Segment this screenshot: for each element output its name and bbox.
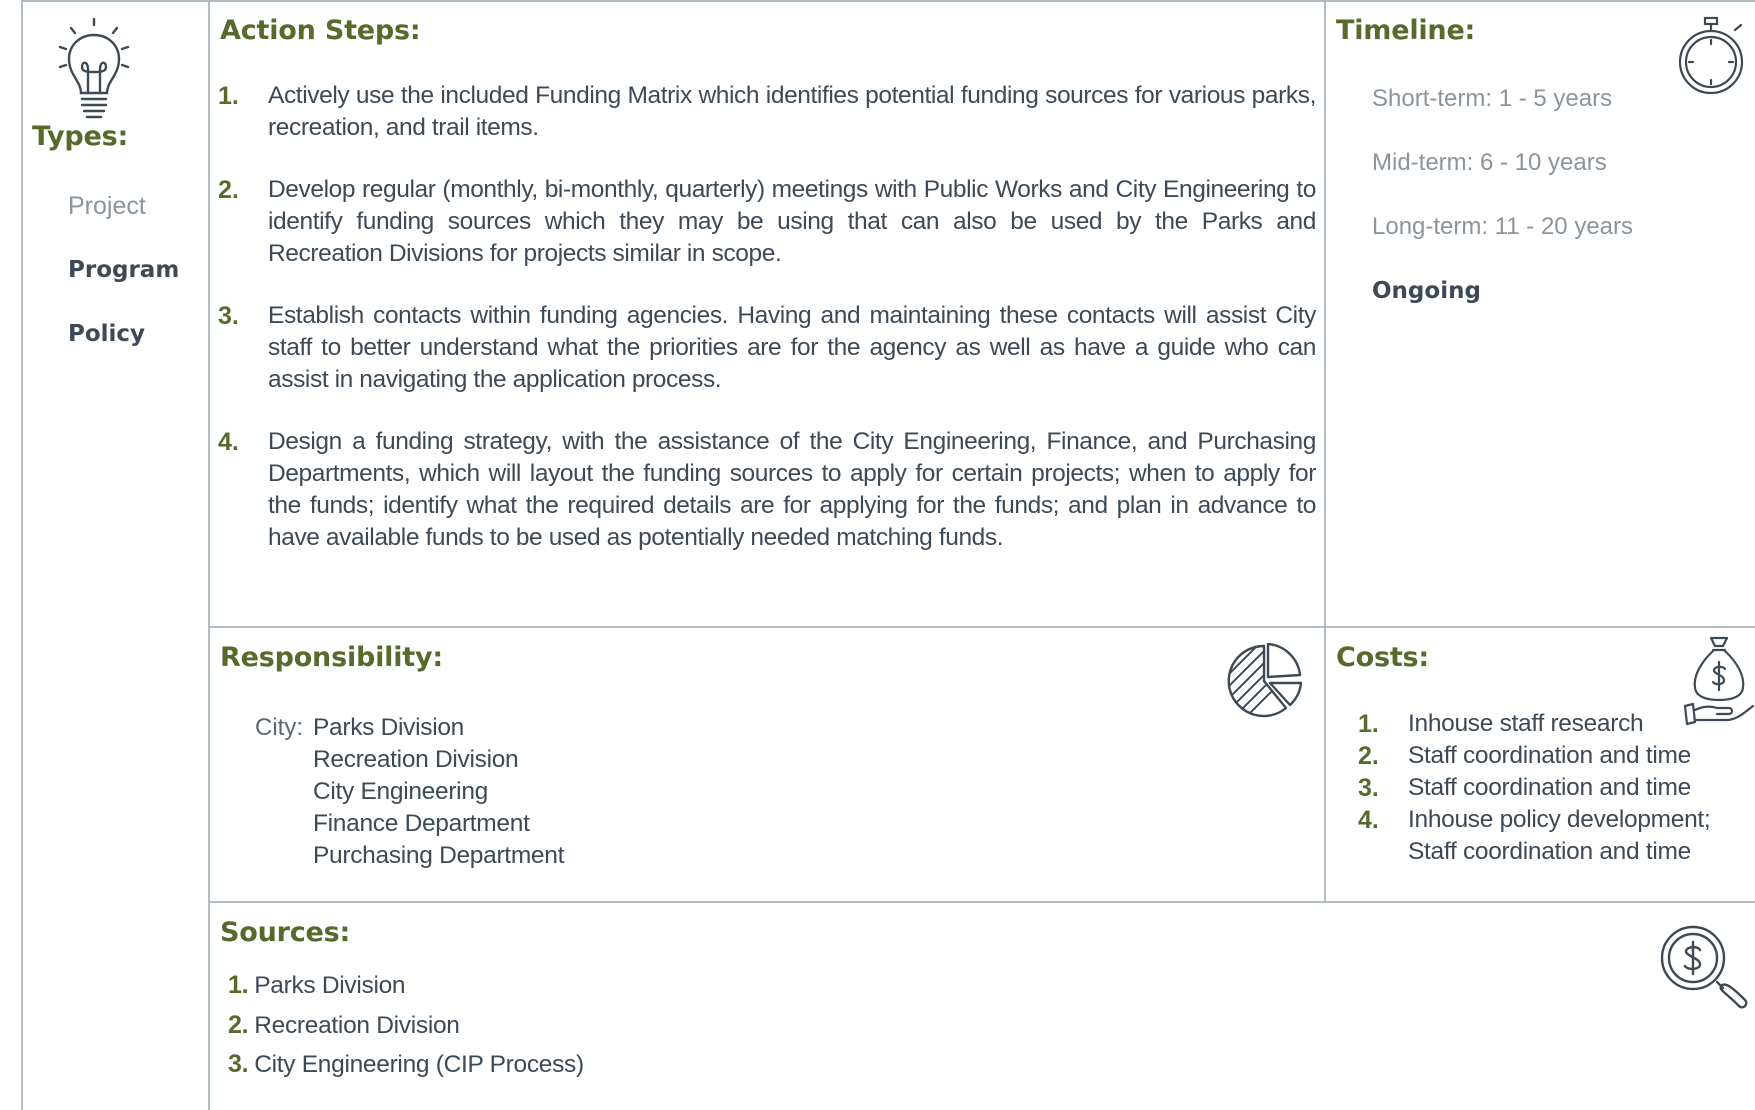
list-item: 2. Develop regular (monthly, bi-monthly,…	[218, 174, 1316, 270]
type-program: Program	[68, 257, 180, 283]
list-item: City Engineering	[313, 778, 488, 805]
cost-number: 4.	[1358, 806, 1379, 834]
type-policy: Policy	[68, 321, 146, 347]
step-number: 4.	[218, 428, 239, 456]
row-divider-2	[208, 901, 1755, 903]
list-item: 2. Recreation Division	[228, 1006, 584, 1046]
type-project: Project	[68, 192, 146, 220]
cost-text: Inhouse staff research	[1408, 710, 1644, 737]
types-divider	[208, 0, 210, 1110]
source-number: 2.	[228, 1010, 249, 1039]
timeline-long-term: Long-term: 11 - 20 years	[1372, 213, 1634, 240]
list-item: 4. Design a funding strategy, with the a…	[218, 426, 1316, 554]
step-number: 3.	[218, 302, 239, 330]
list-item: Purchasing Department	[313, 842, 565, 869]
list-item: 1. Inhouse staff research	[1358, 708, 1710, 740]
list-item: Staff coordination and time	[1358, 836, 1710, 868]
cost-text: Staff coordination and time	[1408, 742, 1691, 769]
step-number: 1.	[218, 82, 239, 110]
timeline-ongoing: Ongoing	[1372, 278, 1481, 304]
stopwatch-icon	[1678, 16, 1744, 94]
costs-list: 1. Inhouse staff research 2. Staff coord…	[1358, 708, 1711, 868]
source-number: 3.	[228, 1050, 249, 1078]
list-item: 3. Staff coordination and time	[1358, 772, 1710, 804]
cost-text: Staff coordination and time	[1408, 774, 1691, 801]
list-item: Recreation Division	[313, 746, 519, 773]
timeline-short-term: Short-term: 1 - 5 years	[1372, 85, 1613, 112]
step-text: Actively use the included Funding Matrix…	[268, 82, 1316, 141]
dollar-magnifier-icon	[1660, 925, 1748, 1009]
cost-number: 1.	[1358, 710, 1379, 738]
sources-list: 1. Parks Division 2. Recreation Division 3…	[228, 966, 584, 1085]
costs-heading: Costs:	[1336, 642, 1430, 673]
cost-number: 2.	[1358, 742, 1379, 770]
list-item: Finance Department	[313, 810, 530, 837]
list-item: Parks Division	[313, 714, 465, 741]
responsibility-heading: Responsibility:	[220, 642, 443, 673]
step-number: 2.	[218, 176, 239, 204]
list-item: 1. Actively use the included Funding Mat…	[218, 80, 1316, 144]
source-text: Recreation Division	[254, 1011, 460, 1039]
list-item: 2. Staff coordination and time	[1358, 740, 1710, 772]
list-item: 3. City Engineering (CIP Process)	[228, 1045, 584, 1085]
step-text: Develop regular (monthly, bi-monthly, qu…	[268, 176, 1316, 267]
row-divider-1	[208, 626, 1755, 628]
source-text: Parks Division	[254, 972, 406, 999]
list-item: 4. Inhouse policy development;	[1358, 804, 1711, 836]
cost-text: Staff coordination and time	[1408, 838, 1691, 865]
step-text: Establish contacts within funding agenci…	[268, 302, 1316, 393]
action-steps-list: 1. Actively use the included Funding Mat…	[218, 80, 1316, 584]
top-border	[22, 0, 1755, 2]
pie-chart-icon	[1227, 643, 1302, 718]
timeline-mid-term: Mid-term: 6 - 10 years	[1372, 149, 1607, 176]
responsibility-list: Parks Division Recreation Division City …	[313, 712, 564, 872]
responsibility-body: City: Parks Division Recreation Division…	[255, 712, 564, 872]
lightbulb-icon	[58, 17, 130, 119]
timeline-divider	[1324, 0, 1326, 903]
source-number: 1.	[228, 971, 249, 999]
responsibility-label: City:	[255, 714, 303, 741]
step-text: Design a funding strategy, with the assi…	[268, 428, 1316, 551]
types-heading: Types:	[32, 121, 129, 152]
sources-heading: Sources:	[220, 917, 351, 948]
timeline-heading: Timeline:	[1336, 15, 1476, 46]
action-steps-heading: Action Steps:	[220, 15, 421, 46]
left-border	[21, 0, 23, 1110]
cost-number	[1358, 836, 1408, 868]
cost-number: 3.	[1358, 774, 1379, 802]
list-item: 3. Establish contacts within funding age…	[218, 300, 1316, 396]
list-item: 1. Parks Division	[228, 966, 584, 1006]
source-text: City Engineering (CIP Process)	[254, 1051, 584, 1078]
cost-text: Inhouse policy development;	[1408, 806, 1711, 833]
